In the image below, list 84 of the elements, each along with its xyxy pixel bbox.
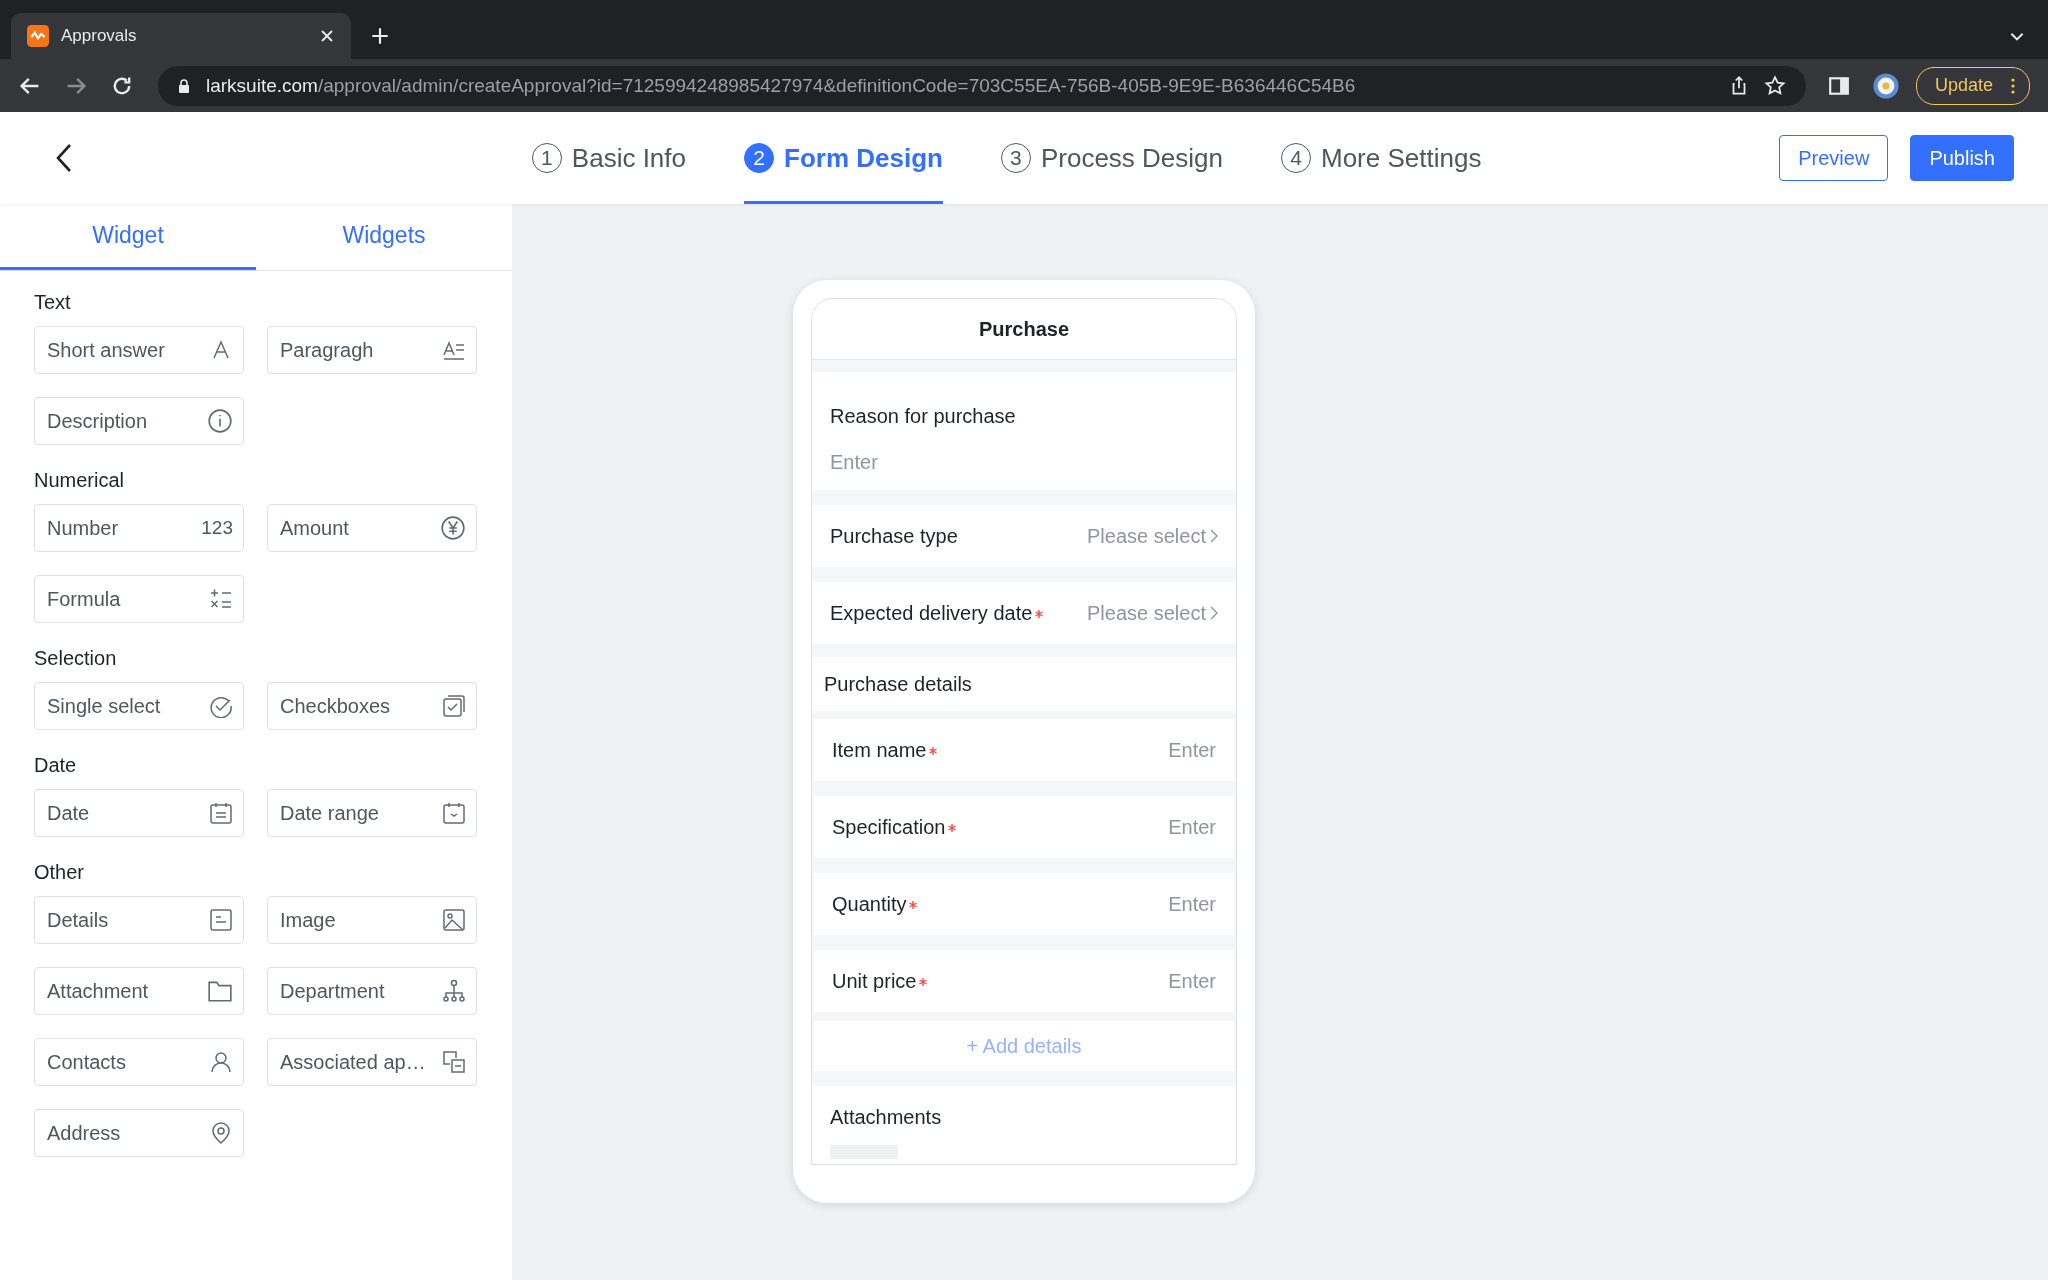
widget-item[interactable]: Associated ap… [267, 1038, 477, 1086]
group-title: Text [34, 291, 72, 314]
close-icon[interactable] [319, 28, 335, 44]
step-tab[interactable]: 2 Form Design [744, 112, 943, 204]
widget-item[interactable]: Contacts [34, 1038, 244, 1086]
calendar-icon [442, 801, 466, 825]
field-label: Unit price [832, 969, 917, 993]
form-field[interactable]: Specification Enter [814, 796, 1234, 858]
form-field[interactable]: Expected delivery date Please select [812, 582, 1236, 644]
field-placeholder: Enter [1168, 738, 1216, 762]
form-field[interactable]: Attachments [812, 1086, 1236, 1164]
widget-item[interactable]: Formula [34, 575, 244, 623]
widget-item[interactable]: Short answer [34, 326, 244, 374]
checkbox-icon [442, 694, 466, 718]
details-icon [209, 908, 233, 932]
field-label: Specification [832, 815, 946, 839]
field-label: Attachments [830, 1106, 943, 1129]
number-icon: 123 [201, 517, 233, 539]
group-title: Selection [34, 647, 118, 670]
form-field[interactable]: Unit price Enter [814, 950, 1234, 1012]
linked-squares-icon [442, 1050, 466, 1074]
form-title: Purchase [812, 299, 1236, 360]
field-placeholder: Enter [830, 451, 879, 474]
form-field[interactable]: Reason for purchase Enter [812, 372, 1236, 490]
location-icon [209, 1121, 233, 1145]
step-tab[interactable]: 1 Basic Info [531, 112, 686, 204]
widget-item[interactable]: Number 123 [34, 504, 244, 552]
back-icon[interactable] [54, 142, 74, 174]
section-title: Purchase details [812, 657, 1236, 711]
group-title: Numerical [34, 469, 126, 492]
browser-tab[interactable]: Approvals [11, 13, 351, 59]
lock-icon [176, 77, 192, 94]
field-label: Purchase type [830, 524, 958, 548]
app-logo-icon [27, 25, 49, 47]
person-icon [209, 1050, 233, 1074]
address-bar[interactable]: larksuite.com/approval/admin/createApproval?id=7125994248985427974&definitionCode=703C55EA-756B-405B-9E9E-B636446C54B6 [158, 65, 1806, 106]
widget-item[interactable]: Department [267, 967, 477, 1015]
chevron-right-icon [1210, 529, 1218, 543]
calendar-icon [209, 801, 233, 825]
star-icon[interactable] [1763, 74, 1786, 97]
url-text: larksuite.com/approval/admin/createApproval?id=7125994248985427974&definitionCode=703C55EA-756B-405B-9E9E-B636446C54B6 [206, 74, 1356, 97]
more-icon [2011, 77, 2015, 94]
field-label: Expected delivery date [830, 601, 1033, 625]
widget-item[interactable]: Checkboxes [267, 682, 477, 730]
chevron-right-icon [1210, 606, 1218, 620]
widget-item[interactable]: Image [267, 896, 477, 944]
widget-item[interactable]: Details [34, 896, 244, 944]
step-tab[interactable]: 3 Process Design [1000, 112, 1223, 204]
org-chart-icon [442, 979, 466, 1003]
image-icon [442, 908, 466, 932]
group-title: Other [34, 861, 86, 884]
field-placeholder: Enter [1168, 969, 1216, 993]
widget-item[interactable]: Paragragh [267, 326, 477, 374]
publish-button[interactable]: Publish [1910, 135, 2014, 181]
group-title: Date [34, 754, 78, 777]
form-field[interactable]: Purchase type Please select [812, 505, 1236, 567]
currency-icon [440, 515, 466, 541]
panel-tab[interactable]: Widget [0, 204, 256, 270]
avatar-icon[interactable] [1871, 71, 1900, 100]
field-label: Quantity [832, 892, 907, 916]
preview-button[interactable]: Preview [1779, 135, 1889, 181]
field-placeholder: Enter [1168, 892, 1216, 916]
update-button[interactable]: Update [1915, 66, 2030, 105]
field-label: Item name [832, 738, 927, 762]
form-field[interactable]: Quantity Enter [814, 873, 1234, 935]
widget-item[interactable]: Address [34, 1109, 244, 1157]
widget-item[interactable]: Description [34, 397, 244, 445]
field-placeholder: Enter [1168, 815, 1216, 839]
field-placeholder: Please select [1087, 601, 1206, 625]
field-label: Reason for purchase [830, 405, 1016, 428]
widget-item[interactable]: Amount [267, 504, 477, 552]
formula-icon [209, 587, 233, 611]
field-placeholder: Please select [1087, 524, 1206, 548]
panel-tab[interactable]: Widgets [256, 204, 512, 270]
widget-item[interactable]: Single select [34, 682, 244, 730]
info-icon [207, 408, 233, 434]
widget-item[interactable]: Date [34, 789, 244, 837]
widget-item[interactable]: Date range [267, 789, 477, 837]
form-field[interactable]: Item name Enter [814, 719, 1234, 781]
new-tab-icon[interactable] [369, 25, 391, 47]
tab-title: Approvals [61, 26, 138, 46]
sidebar-icon[interactable] [1827, 74, 1850, 97]
widget-item[interactable]: Attachment [34, 967, 244, 1015]
step-tab[interactable]: 4 More Settings [1281, 112, 1482, 204]
